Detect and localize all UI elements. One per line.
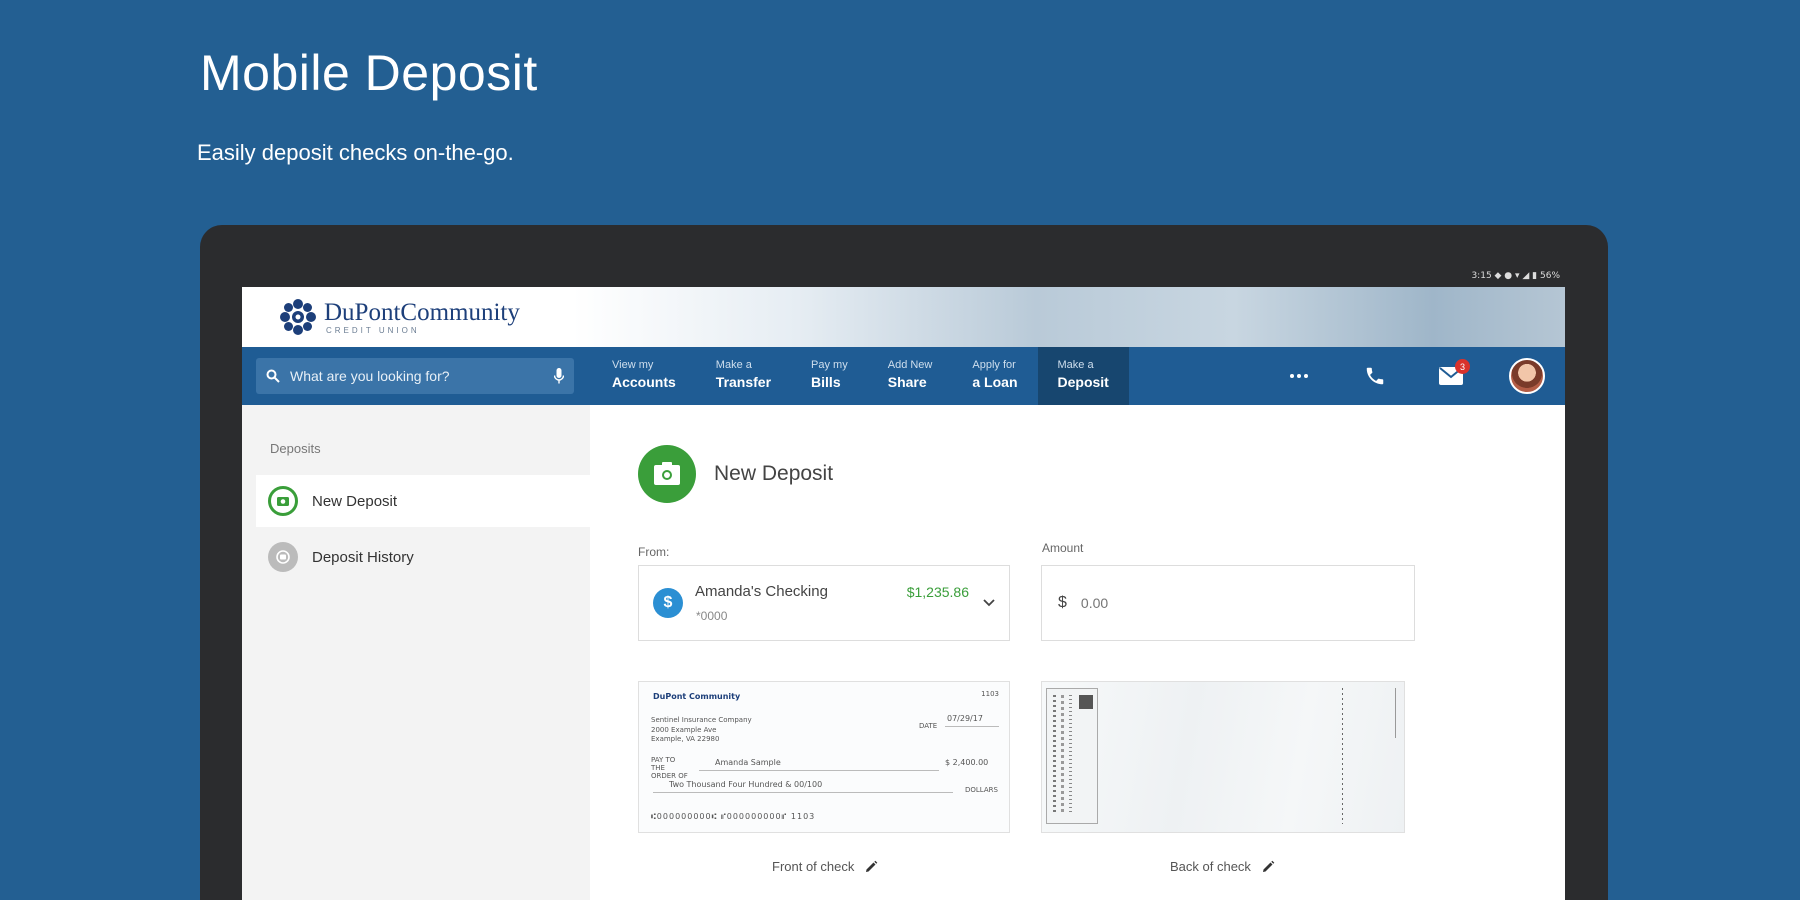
check-written-amount: Two Thousand Four Hundred & 00/100 — [669, 780, 823, 789]
promo-title: Mobile Deposit — [200, 45, 538, 101]
bank-logo[interactable]: DuPontCommunity CREDIT UNION — [278, 297, 520, 337]
front-caption-text: Front of check — [772, 859, 855, 874]
sidebar-item-deposit-history[interactable]: Deposit History — [256, 531, 590, 583]
back-of-check-caption[interactable]: Back of check — [1170, 859, 1275, 874]
nav-share[interactable]: Add New Share — [868, 347, 953, 405]
history-icon — [268, 542, 298, 572]
promo-subtitle: Easily deposit checks on-the-go. — [197, 140, 514, 165]
check-dollars-label: DOLLARS — [965, 786, 998, 794]
page-title: New Deposit — [714, 462, 834, 485]
camera-icon — [268, 486, 298, 516]
main-navbar: View my Accounts Make a Transfer Pay my … — [242, 347, 1565, 405]
sidebar: Deposits New Deposit Deposit History — [242, 405, 590, 900]
more-button[interactable] — [1261, 373, 1337, 379]
account-balance: $1,235.86 — [906, 584, 969, 600]
tablet-frame: 3:15 ◆ ● ▾ ◢ ▮ 56% DuPontCommunity CREDI… — [200, 225, 1608, 900]
more-dots-icon — [1290, 374, 1308, 378]
sidebar-heading: Deposits — [270, 441, 321, 456]
bank-name: DuPontCommunity — [324, 298, 520, 326]
check-number: 1103 — [981, 690, 999, 698]
back-of-check-image[interactable] — [1041, 681, 1405, 833]
sidebar-item-label: Deposit History — [312, 548, 414, 566]
front-of-check-image[interactable]: DuPont Community 1103 Sentinel Insurance… — [638, 681, 1010, 833]
profile-button[interactable] — [1489, 358, 1565, 394]
nav-bills[interactable]: Pay my Bills — [791, 347, 868, 405]
phone-icon — [1366, 367, 1384, 385]
search-bar[interactable] — [256, 358, 574, 394]
check-payee: Amanda Sample — [715, 758, 781, 767]
check-bank-name: DuPont Community — [653, 692, 741, 701]
avatar — [1509, 358, 1545, 394]
front-of-check-caption[interactable]: Front of check — [772, 859, 878, 874]
microphone-icon[interactable] — [554, 368, 564, 384]
dollar-icon: $ — [653, 588, 683, 618]
check-amount: $ 2,400.00 — [945, 758, 989, 767]
check-payer-city: Example, VA 22980 — [651, 735, 720, 743]
check-payer-address: 2000 Example Ave — [651, 726, 717, 734]
messages-button[interactable]: 3 — [1413, 359, 1489, 385]
check-payee-label: PAY TO THE ORDER OF — [651, 756, 688, 780]
nav-accounts[interactable]: View my Accounts — [592, 347, 696, 405]
chevron-down-icon — [983, 599, 995, 607]
back-caption-text: Back of check — [1170, 859, 1251, 874]
camera-icon — [638, 445, 696, 503]
sidebar-item-label: New Deposit — [312, 492, 398, 510]
from-account-select[interactable]: $ Amanda's Checking *0000 $1,235.86 — [638, 565, 1010, 641]
pencil-icon — [1262, 860, 1275, 872]
messages-badge: 3 — [1455, 359, 1470, 374]
currency-symbol: $ — [1058, 594, 1067, 611]
deposit-panel: New Deposit From: Amount $ Amanda's Chec… — [590, 405, 1565, 900]
bank-tagline: CREDIT UNION — [326, 325, 420, 335]
amount-label: Amount — [1042, 541, 1084, 555]
brand-header: DuPontCommunity CREDIT UNION — [242, 287, 1565, 347]
check-payer: Sentinel Insurance Company — [651, 716, 752, 724]
amount-input[interactable] — [1080, 595, 1381, 611]
nav-deposit[interactable]: Make a Deposit — [1037, 347, 1129, 405]
account-name: Amanda's Checking — [695, 583, 828, 600]
search-input[interactable] — [290, 368, 544, 384]
account-number: *0000 — [696, 609, 728, 623]
app-screen: DuPontCommunity CREDIT UNION View my Acc… — [242, 287, 1565, 900]
amount-field[interactable]: $ — [1041, 565, 1415, 641]
nav-loan[interactable]: Apply for a Loan — [952, 347, 1037, 405]
search-icon — [266, 369, 280, 383]
phone-button[interactable] — [1337, 365, 1413, 387]
check-micr-line: ⑆000000000⑆ ⑈000000000⑈ 1103 — [651, 812, 816, 821]
sidebar-item-new-deposit[interactable]: New Deposit — [256, 475, 590, 527]
check-date: 07/29/17 — [947, 714, 983, 723]
device-status-bar: 3:15 ◆ ● ▾ ◢ ▮ 56% — [1471, 271, 1560, 281]
from-label: From: — [638, 545, 670, 559]
check-date-label: DATE — [919, 722, 938, 730]
logo-mark-icon — [280, 299, 316, 335]
pencil-icon — [866, 860, 878, 872]
nav-transfer[interactable]: Make a Transfer — [696, 347, 791, 405]
